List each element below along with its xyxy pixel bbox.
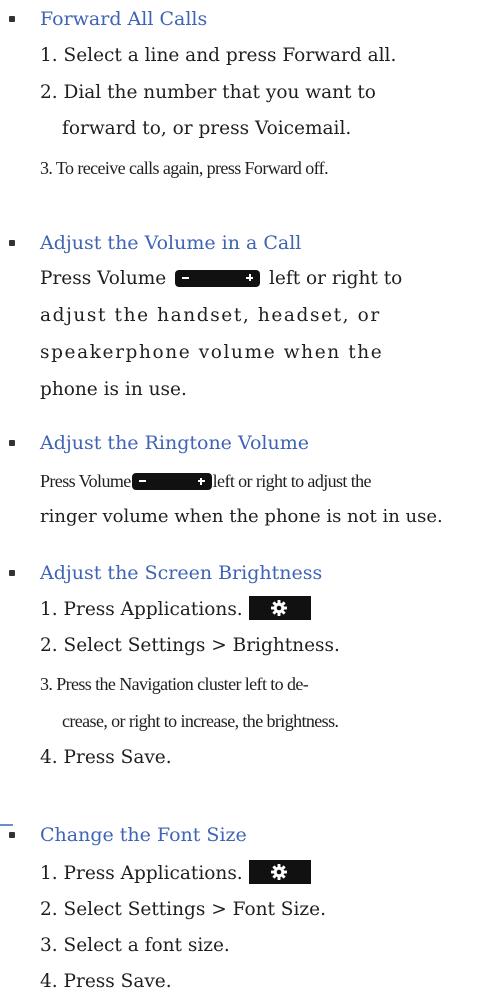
- brightness-step-1-text: 1. Press Applications.: [40, 599, 243, 620]
- bullet: [9, 832, 15, 838]
- volume-rocker-icon: [175, 269, 261, 287]
- applications-gear-icon: [248, 860, 311, 884]
- step-line: 3. To receive calls again, press Forward…: [40, 158, 329, 178]
- volume-call-text-after: left or right to: [269, 268, 403, 289]
- volume-call-line-1: Press Volume left or right to: [40, 268, 403, 289]
- bullet: [9, 240, 15, 246]
- font-size-step-2: 2. Select Settings > Font Size.: [40, 899, 326, 920]
- step-line: 1. Select a line and press Forward all.: [40, 45, 397, 66]
- brightness-step-2: 2. Select Settings > Brightness.: [40, 635, 340, 656]
- font-size-step-1: 1. Press Applications.: [40, 860, 311, 886]
- heading-forward-all-calls: Forward All Calls: [40, 8, 208, 30]
- volume-call-text-before: Press Volume: [40, 268, 167, 289]
- applications-gear-icon: [248, 596, 311, 620]
- ringtone-text-after: left or right to adjust the: [212, 471, 372, 491]
- heading-ringtone-volume: Adjust the Ringtone Volume: [40, 432, 309, 454]
- brightness-step-3a: 3. Press the Navigation cluster left to …: [40, 674, 309, 694]
- font-size-step-4: 4. Press Save.: [40, 971, 172, 992]
- bullet: [9, 16, 15, 22]
- heading-volume-in-call: Adjust the Volume in a Call: [40, 232, 302, 254]
- volume-call-line-3: speakerphone volume when the: [40, 342, 384, 363]
- heading-screen-brightness: Adjust the Screen Brightness: [40, 562, 323, 584]
- font-size-step-1-text: 1. Press Applications.: [40, 863, 243, 884]
- bullet: [9, 570, 15, 576]
- step-line: forward to, or press Voicemail.: [62, 118, 352, 139]
- volume-call-line-4: phone is in use.: [40, 379, 187, 400]
- brightness-step-4: 4. Press Save.: [40, 747, 172, 768]
- ringtone-line-2: ringer volume when the phone is not in u…: [40, 506, 443, 527]
- margin-marker: [0, 824, 13, 826]
- brightness-step-1: 1. Press Applications.: [40, 596, 311, 622]
- volume-call-line-2: adjust the handset, headset, or: [40, 305, 381, 326]
- brightness-step-3b: crease, or right to increase, the bright…: [62, 711, 339, 731]
- volume-rocker-icon: [131, 473, 212, 491]
- bullet: [9, 440, 15, 446]
- heading-font-size: Change the Font Size: [40, 824, 247, 846]
- ringtone-text-before: Press Volume: [40, 471, 131, 491]
- step-line: 2. Dial the number that you want to: [40, 82, 376, 103]
- ringtone-line-1: Press Volume left or right to adjust the: [40, 471, 372, 491]
- font-size-step-3: 3. Select a font size.: [40, 935, 230, 956]
